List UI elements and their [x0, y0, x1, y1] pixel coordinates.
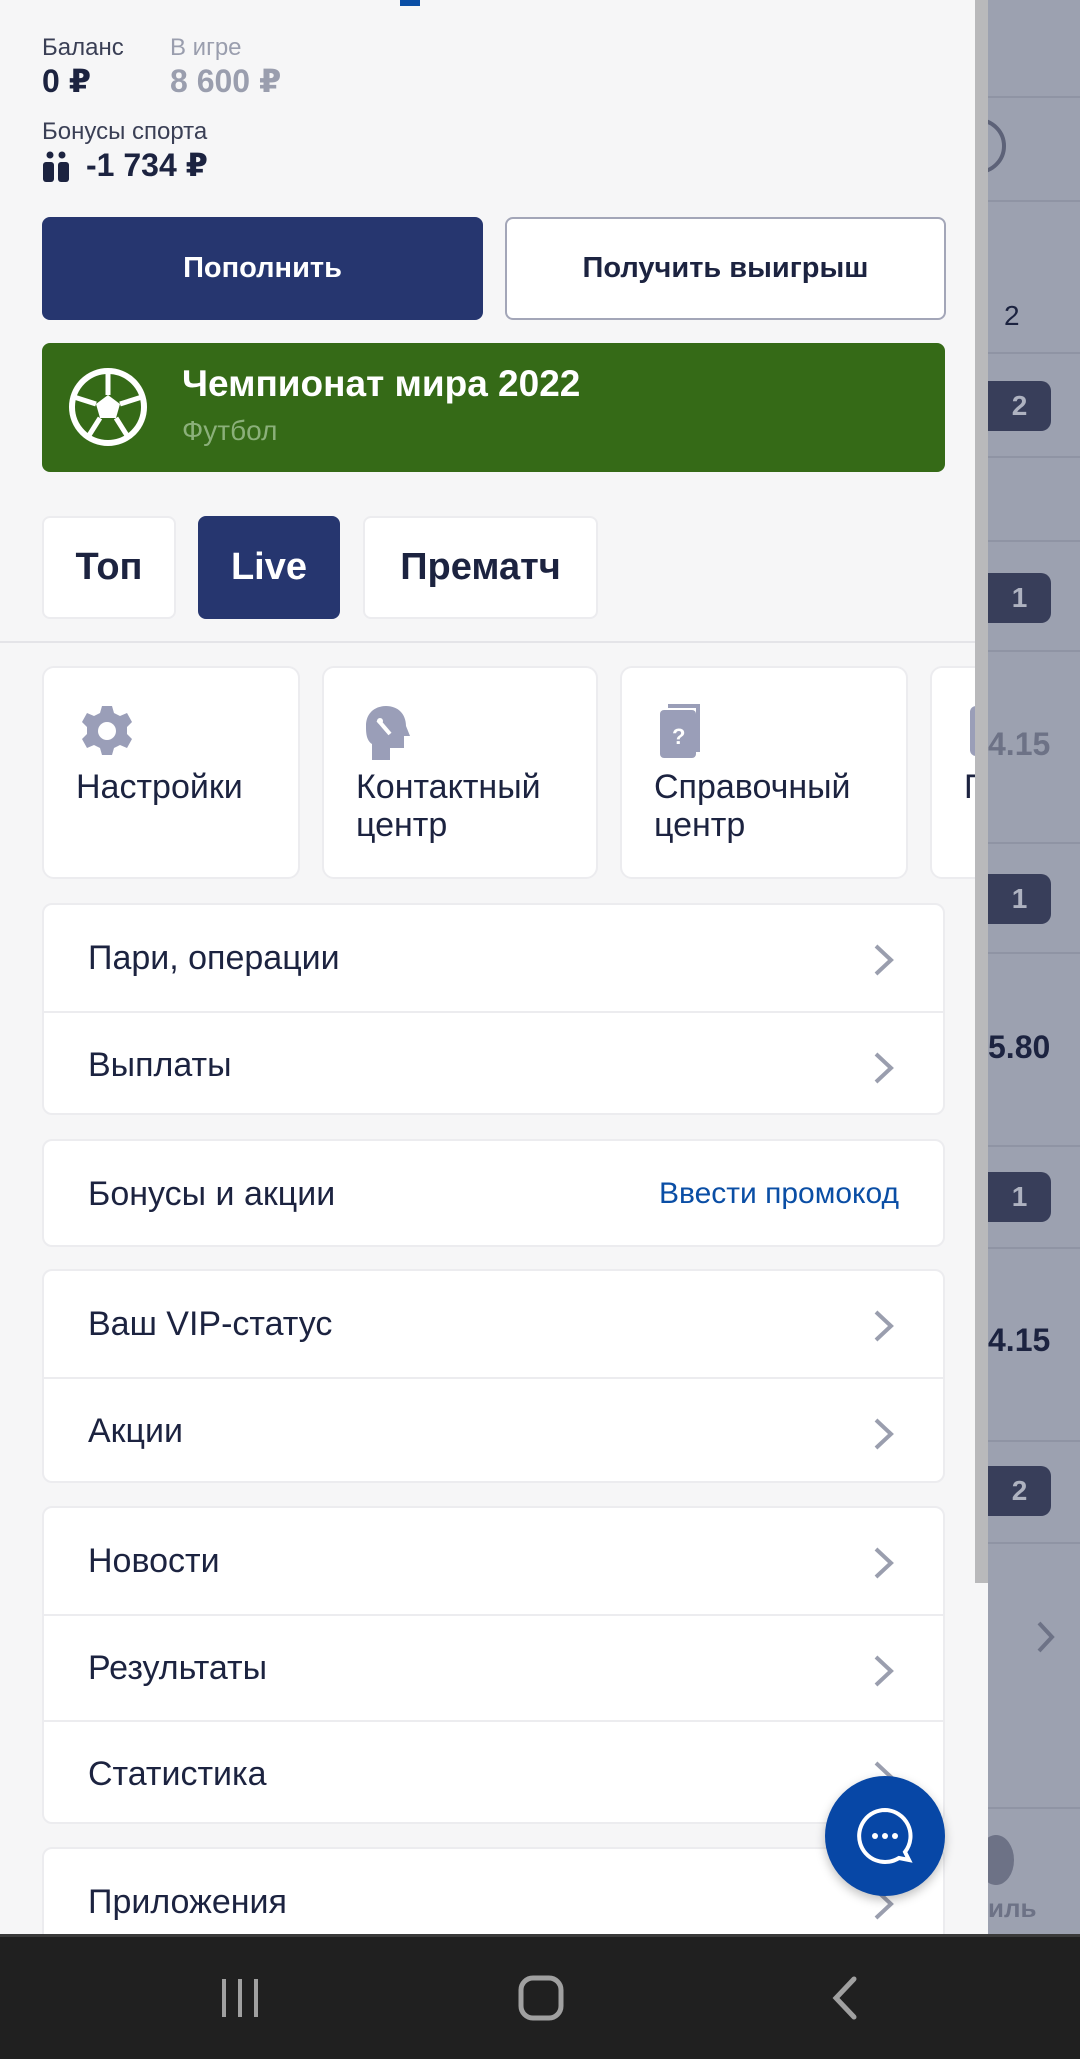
quick-card-help-center[interactable]: ? Справочный центр — [620, 666, 908, 879]
top-indicator — [400, 0, 420, 6]
recent-apps-icon[interactable] — [218, 1977, 262, 2019]
menu-item-news[interactable]: Новости — [44, 1508, 943, 1614]
bg-nav-label: иль — [988, 1893, 1037, 1923]
bg-odds[interactable]: 4.15 — [988, 726, 1050, 763]
quick-card-settings[interactable]: Настройки — [42, 666, 300, 879]
bg-odds[interactable]: 5.80 — [988, 1029, 1050, 1066]
enter-promo-code-link[interactable]: Ввести промокод — [659, 1177, 899, 1211]
menu-group-bonuses: Бонусы и акции Ввести промокод — [42, 1139, 945, 1247]
banner-title: Чемпионат мира 2022 — [182, 363, 581, 404]
menu-item-label: Ваш VIP-статус — [88, 1304, 333, 1343]
gear-icon — [82, 706, 132, 755]
menu-group-bets: Пари, операции Выплаты — [42, 903, 945, 1115]
sport-bonus-value: -1 734 ₽ — [86, 147, 208, 183]
balance-label: Баланс — [42, 34, 124, 61]
gift-icon — [43, 151, 69, 182]
tab-live[interactable]: Live — [198, 516, 340, 619]
quick-card-label: Справочный центр — [654, 768, 851, 844]
bg-badge[interactable]: 1 — [988, 874, 1051, 924]
home-icon[interactable] — [518, 1975, 564, 2021]
menu-item-label: Выплаты — [88, 1045, 232, 1084]
menu-item-bonuses[interactable]: Бонусы и акции Ввести промокод — [44, 1141, 943, 1247]
chevron-right-icon — [874, 1655, 894, 1687]
chat-button[interactable] — [825, 1776, 945, 1896]
deposit-button[interactable]: Пополнить — [42, 217, 483, 320]
menu-item-label: Акции — [88, 1411, 184, 1450]
withdraw-button[interactable]: Получить выигрыш — [505, 217, 946, 320]
football-icon — [69, 368, 147, 446]
scrollbar[interactable] — [975, 0, 988, 1583]
menu-item-label: Статистика — [88, 1754, 267, 1793]
menu-item-promotions[interactable]: Акции — [44, 1377, 943, 1483]
svg-text:?: ? — [672, 724, 685, 749]
menu-item-label: Бонусы и акции — [88, 1174, 336, 1213]
menu-group-apps: Приложения — [42, 1847, 945, 1934]
quick-card-label: Настройки — [76, 768, 243, 806]
banner-subtitle: Футбол — [182, 415, 278, 446]
sport-bonus-label: Бонусы спорта — [42, 118, 208, 145]
in-game-label: В игре — [170, 34, 242, 61]
bg-badge[interactable]: 2 — [988, 1466, 1051, 1516]
quick-card-contact-center[interactable]: Контактный центр — [322, 666, 598, 879]
quick-card-label: Контактный центр — [356, 768, 541, 844]
chevron-right-icon — [874, 944, 894, 976]
chat-bubble-icon — [857, 1807, 913, 1864]
tab-prematch[interactable]: Прематч — [363, 516, 598, 619]
side-menu-panel: Баланс 0 ₽ В игре 8 600 ₽ Бонусы спорта … — [0, 0, 988, 1934]
menu-item-label: Пари, операции — [88, 938, 340, 977]
chevron-right-icon[interactable] — [1036, 1620, 1056, 1654]
system-navigation-bar — [0, 1934, 1080, 2059]
menu-item-apps[interactable]: Приложения — [44, 1849, 943, 1934]
menu-group-vip: Ваш VIP-статус Акции — [42, 1269, 945, 1483]
help-book-icon: ? — [660, 704, 700, 758]
menu-item-statistics[interactable]: Статистика — [44, 1720, 943, 1826]
chevron-right-icon — [874, 1418, 894, 1450]
bg-badge[interactable]: 2 — [988, 381, 1051, 431]
menu-item-label: Приложения — [88, 1882, 287, 1921]
balance-value: 0 ₽ — [42, 63, 91, 99]
chevron-right-icon — [874, 1547, 894, 1579]
chevron-right-icon — [874, 1052, 894, 1084]
menu-item-vip-status[interactable]: Ваш VIP-статус — [44, 1271, 943, 1377]
bg-odds[interactable]: 4.15 — [988, 1322, 1050, 1359]
background-page: 2 2 1 4.15 1 5.80 1 4.15 2 иль — [974, 0, 1080, 1934]
menu-item-label: Результаты — [88, 1648, 268, 1687]
headset-head-icon — [366, 706, 410, 760]
chevron-right-icon — [874, 1310, 894, 1342]
menu-item-results[interactable]: Результаты — [44, 1614, 943, 1720]
bg-badge[interactable]: 1 — [988, 1172, 1051, 1222]
tab-top[interactable]: Топ — [42, 516, 176, 619]
in-game-value: 8 600 ₽ — [170, 63, 282, 99]
menu-item-bets-operations[interactable]: Пари, операции — [44, 905, 943, 1011]
world-cup-banner[interactable]: Чемпионат мира 2022 Футбол — [42, 343, 945, 472]
bg-badge[interactable]: 1 — [988, 573, 1051, 623]
menu-item-payouts[interactable]: Выплаты — [44, 1011, 943, 1117]
back-icon[interactable] — [830, 1975, 860, 2021]
bg-number: 2 — [1004, 300, 1020, 331]
divider — [0, 641, 988, 643]
menu-item-label: Новости — [88, 1541, 220, 1580]
menu-group-news: Новости Результаты Статистика — [42, 1506, 945, 1824]
